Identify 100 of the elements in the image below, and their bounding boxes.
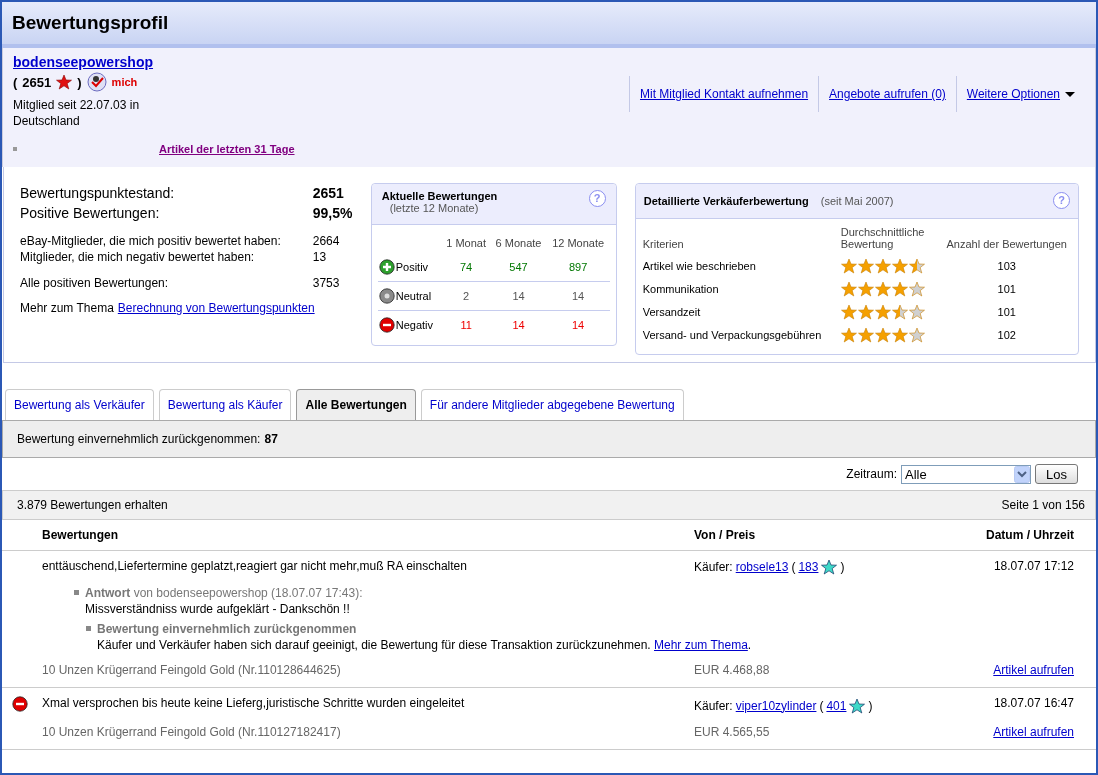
tab[interactable]: Bewertung als Verkäufer xyxy=(5,389,154,420)
star-icon xyxy=(891,280,908,297)
rating-count: 103 xyxy=(996,258,1017,274)
withdrawn-count: 87 xyxy=(264,432,278,446)
calculation-link[interactable]: Berechnung von Bewertungspunkten xyxy=(117,301,315,315)
stat-value: 99,5% xyxy=(312,204,353,223)
stat-value: 2664 xyxy=(312,233,341,249)
star-icon xyxy=(857,257,874,274)
view-item-link[interactable]: Artikel aufrufen xyxy=(993,725,1074,739)
column-header: Anzahl der Bewertungen xyxy=(945,237,1068,252)
stat-label: Mitglieder, die mich negativ bewertet haben: xyxy=(20,249,255,265)
paren: ( xyxy=(819,698,824,713)
more-info-link[interactable]: Mehr zum Thema xyxy=(654,638,748,652)
rating-label: Negativ xyxy=(395,319,433,331)
page-title: Bewertungsprofil xyxy=(12,12,169,34)
rating-count: 14 xyxy=(490,281,547,311)
star-icon xyxy=(857,280,874,297)
stat-value: 3753 xyxy=(312,275,341,291)
column-header: Durchschnittliche Bewertung xyxy=(839,225,926,252)
user-score-link[interactable]: 401 xyxy=(826,698,847,713)
star-icon xyxy=(891,303,908,320)
bullet xyxy=(13,147,17,151)
star-icon xyxy=(874,280,891,297)
rating-count: 547 xyxy=(490,253,547,282)
bullet xyxy=(86,626,91,631)
withdrawal-heading: Bewertung einvernehmlich zurückgenommen xyxy=(97,621,358,637)
stat-label: Alle positiven Bewertungen: xyxy=(20,275,169,291)
bullet xyxy=(74,590,79,595)
action-link[interactable]: Mit Mitglied Kontakt aufnehmen xyxy=(629,76,819,112)
rating-label: Neutral xyxy=(395,290,432,302)
caret-icon xyxy=(1065,91,1075,97)
reply-heading: Antwort von bodenseepowershop (18.07.07 17:43): xyxy=(85,585,363,601)
checkmark-badge-icon xyxy=(86,72,107,92)
stat-label: eBay-Mitglieder, die mich positiv bewertet haben: xyxy=(20,233,281,249)
filter-label: Zeitraum: xyxy=(846,467,898,481)
rating-count: 14 xyxy=(546,281,610,311)
stat-value: 13 xyxy=(312,249,328,265)
minus-circle-icon xyxy=(378,317,395,333)
star-icon xyxy=(908,280,925,297)
action-link[interactable]: Weitere Optionen xyxy=(955,76,1085,112)
withdrawn-label: Bewertung einvernehmlich zurückgenommen: xyxy=(17,432,261,446)
star-icon xyxy=(891,326,908,343)
star-icon xyxy=(908,257,925,274)
feedback-score: 2651 xyxy=(22,74,52,90)
item-price: EUR 4.468,88 xyxy=(694,663,771,679)
card-title: Aktuelle Bewertungen xyxy=(381,190,498,202)
paren: ( xyxy=(791,560,796,574)
total-count: 3.879 Bewertungen erhalten xyxy=(17,498,168,512)
star-icon xyxy=(840,257,857,274)
rating-count: 11 xyxy=(441,310,491,339)
column-header: 1 Monat xyxy=(445,236,487,251)
rating-count: 14 xyxy=(490,310,547,339)
feedback-comment: Xmal versprochen bis heute keine Lieferg,juristische Schritte wurden eingeleitet xyxy=(42,696,466,712)
column-header: 12 Monate xyxy=(551,236,606,251)
rating-count: 14 xyxy=(546,310,610,339)
criterion-label: Artikel wie beschrieben xyxy=(641,258,757,274)
column-header: Bewertungen xyxy=(42,528,119,542)
column-header: Datum / Uhrzeit xyxy=(985,528,1074,542)
action-link[interactable]: Angebote aufrufen (0) xyxy=(818,76,956,112)
user-link[interactable]: viper10zylinder xyxy=(735,698,817,713)
view-item-link[interactable]: Artikel aufrufen xyxy=(993,663,1074,677)
user-link[interactable]: robsele13 xyxy=(735,560,789,574)
star-icon xyxy=(840,326,857,343)
period-select[interactable]: Alle xyxy=(901,464,1032,484)
column-header: 6 Monate xyxy=(494,236,543,251)
rating-count: 101 xyxy=(996,281,1017,297)
paren: ) xyxy=(77,74,82,90)
star-icon xyxy=(857,326,874,343)
role-label: Käufer: xyxy=(694,560,733,574)
feedback-comment: enttäuschend,Liefertermine geplatzt,reagiert gar nicht mehr,muß RA einschalten xyxy=(42,559,468,575)
recent-items-link[interactable]: Artikel der letzten 31 Tage xyxy=(159,143,295,155)
star-icon xyxy=(891,257,908,274)
star-icon xyxy=(821,559,838,575)
card-subtitle: (letzte 12 Monate) xyxy=(388,202,480,214)
star-icon xyxy=(849,697,866,714)
date-time: 18.07.07 16:47 xyxy=(992,696,1074,712)
tab[interactable]: Alle Bewertungen xyxy=(296,389,416,420)
withdrawal-text: Käufer und Verkäufer haben sich darauf geeinigt, die Bewertung für diese Transaktion zurückzunehmen. Mehr zum Thema. xyxy=(97,637,752,653)
tab[interactable]: Für andere Mitglieder abgegebene Bewertung xyxy=(420,389,684,420)
user-score-link[interactable]: 183 xyxy=(798,560,819,574)
item-title: 10 Unzen Krügerrand Feingold Gold (Nr.110128644625) xyxy=(42,663,342,679)
rating-count: 2 xyxy=(441,281,491,311)
stat-value: 2651 xyxy=(312,184,345,203)
rating-count: 101 xyxy=(996,304,1017,320)
star-icon xyxy=(840,303,857,320)
card-subtitle: (seit Mai 2007) xyxy=(820,195,894,207)
tab[interactable]: Bewertung als Käufer xyxy=(158,389,292,420)
criterion-label: Versand- und Verpackungsgebühren xyxy=(641,327,823,343)
rating-label: Positiv xyxy=(395,261,429,273)
member-name-link[interactable]: bodenseepowershop xyxy=(13,54,295,70)
minus-circle-icon xyxy=(12,696,28,712)
member-since: Mitglied seit 22.07.03 in Deutschland xyxy=(13,97,141,129)
rating-count: 897 xyxy=(546,253,610,282)
paren: ) xyxy=(868,698,873,713)
me-label: mich xyxy=(111,76,138,88)
go-button[interactable]: Los xyxy=(1035,464,1078,484)
stat-label: Positive Bewertungen: xyxy=(20,204,160,223)
star-icon xyxy=(840,280,857,297)
page-indicator: Seite 1 von 156 xyxy=(1001,498,1085,512)
star-icon xyxy=(56,74,73,90)
